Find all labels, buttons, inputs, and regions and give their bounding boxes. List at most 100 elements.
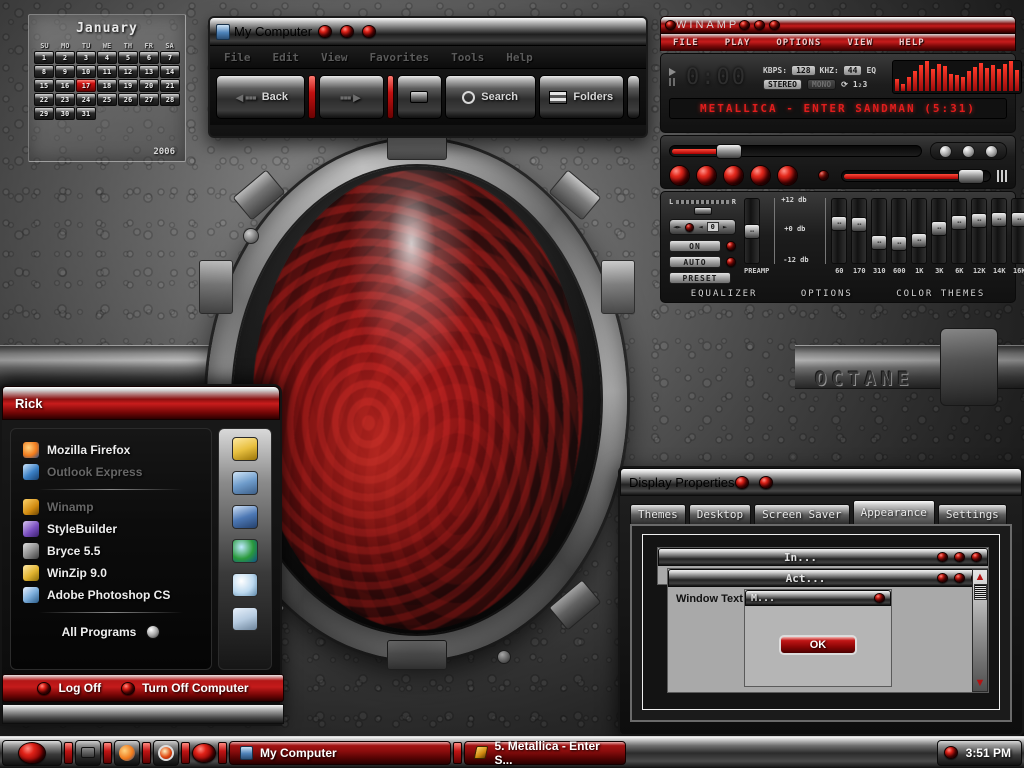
menu-item-view[interactable]: View (321, 51, 348, 64)
shuffle-icon[interactable]: 1₂3 (853, 80, 867, 89)
winamp-system-menu-button[interactable] (665, 20, 676, 30)
help-button[interactable] (734, 475, 749, 489)
winamp-menu-view[interactable]: VIEW (847, 38, 873, 48)
eq-band-track[interactable]: ▪▪ (931, 198, 948, 264)
email-icon[interactable] (232, 437, 258, 461)
eq-band-thumb[interactable]: ▪▪ (831, 216, 848, 232)
eq-band-track[interactable]: ▪▪ (971, 198, 988, 264)
eq-band-sliders[interactable]: ▪▪ 60 ▪▪ 170 ▪▪ 310 ▪▪ 600 ▪▪ 1K ▪▪ 3K ▪▪ 6K ▪▪ 12K ▪▪ 14… (831, 198, 1024, 275)
winamp-menubar[interactable]: FILE PLAY OPTIONS VIEW HELP (660, 34, 1016, 51)
tab-settings[interactable]: Settings (937, 504, 1007, 524)
eq-band-track[interactable]: ▪▪ (991, 198, 1008, 264)
previous-button[interactable] (669, 165, 690, 186)
network-globe-icon[interactable] (232, 539, 258, 563)
close-button[interactable] (758, 475, 773, 489)
start-menu-item-winamp[interactable]: Winamp (17, 496, 205, 518)
eject-button[interactable] (818, 170, 829, 181)
my-computer-window-buttons[interactable] (318, 25, 377, 38)
playlist-toggle-knob[interactable] (962, 144, 975, 158)
eq-band-track[interactable]: ▪▪ (871, 198, 888, 264)
winamp-shade-button[interactable] (754, 20, 766, 30)
equalizer-toggle-knob[interactable] (939, 144, 952, 158)
turn-off-computer-button[interactable]: Turn Off Computer (121, 681, 249, 695)
start-menu-item-adobe-photoshop-cs[interactable]: Adobe Photoshop CS (17, 584, 205, 606)
eq-preamp-slider[interactable]: ▪▪ (744, 198, 760, 264)
winamp-minimize-button[interactable] (739, 20, 751, 30)
winamp-menu-play[interactable]: PLAY (725, 38, 751, 48)
spin-left-icon[interactable]: ◄ (698, 223, 702, 231)
system-tray[interactable]: 3:51 PM (936, 739, 1022, 766)
winamp-menu-options[interactable]: OPTIONS (776, 38, 821, 48)
eq-on-indicator[interactable] (726, 241, 736, 251)
menu-item-favorites[interactable]: Favorites (370, 51, 430, 64)
all-programs-button[interactable]: All Programs (17, 625, 205, 639)
eq-band-track[interactable]: ▪▪ (851, 198, 868, 264)
winamp-main-panel[interactable]: 0:00 KBPS: 128 KHZ: 44 EQ STEREO MONO ⟳ … (660, 53, 1023, 133)
eq-band-thumb[interactable]: ▪▪ (871, 234, 888, 250)
winamp-menu-file[interactable]: FILE (673, 38, 699, 48)
winamp-menu-help[interactable]: HELP (899, 38, 925, 48)
forward-button[interactable]: ▪▪▪► (318, 75, 384, 119)
eq-band-1K[interactable]: ▪▪ 1K (911, 198, 928, 275)
pan-indicator[interactable] (685, 222, 695, 232)
close-button[interactable] (362, 25, 377, 38)
eq-band-14K[interactable]: ▪▪ 14K (991, 198, 1008, 275)
my-computer-menubar[interactable]: File Edit View Favorites Tools Help (210, 46, 646, 69)
start-button[interactable] (2, 739, 62, 766)
eq-auto-button[interactable]: AUTO (669, 256, 721, 268)
my-computer-icon[interactable] (232, 471, 258, 495)
menu-item-help[interactable]: Help (506, 51, 533, 64)
folders-button[interactable]: Folders (538, 75, 624, 119)
eq-band-track[interactable]: ▪▪ (951, 198, 968, 264)
log-off-button[interactable]: Log Off (37, 681, 101, 695)
control-panel-icon[interactable] (232, 505, 258, 529)
volume-knob[interactable] (958, 168, 984, 184)
eq-preset-button[interactable]: PRESET (669, 272, 731, 284)
eq-on-button[interactable]: ON (669, 240, 721, 252)
menu-item-edit[interactable]: Edit (273, 51, 300, 64)
eq-band-thumb[interactable]: ▪▪ (1011, 212, 1024, 228)
spin-right-icon[interactable]: ► (723, 223, 727, 231)
taskbar-task-winamp[interactable]: 5. Metallica - Enter S... (464, 739, 626, 767)
display-properties-titlebar[interactable]: Display Properties (620, 468, 1022, 496)
eq-band-thumb[interactable]: ▪▪ (891, 235, 908, 251)
quicklaunch-media-player-button[interactable] (153, 739, 179, 766)
eq-band-thumb[interactable]: ▪▪ (951, 214, 968, 230)
taskbar[interactable]: My Computer 5. Metallica - Enter S... 3:… (0, 736, 1024, 768)
my-computer-toolbar[interactable]: ◄▪▪▪ Back ▪▪▪► Search Folders (210, 69, 646, 125)
winamp-window[interactable]: WINAMP FILE PLAY OPTIONS VIEW HELP 0:00 KBPS… (660, 16, 1024, 303)
back-button[interactable]: ◄▪▪▪ Back (216, 75, 306, 119)
my-computer-titlebar[interactable]: My Computer (210, 18, 646, 46)
quicklaunch-show-desktop-button[interactable] (75, 739, 101, 766)
quicklaunch-firefox-button[interactable] (114, 739, 140, 766)
tab-screen-saver[interactable]: Screen Saver (754, 504, 850, 524)
eq-band-track[interactable]: ▪▪ (831, 198, 848, 264)
display-properties-tabs[interactable]: Themes Desktop Screen Saver Appearance Setti… (620, 496, 1022, 524)
eq-band-thumb[interactable]: ▪▪ (911, 233, 928, 249)
pause-button[interactable] (723, 165, 744, 186)
menu-item-file[interactable]: File (224, 51, 251, 64)
eq-band-thumb[interactable]: ▪▪ (851, 217, 868, 233)
winamp-titlebar[interactable]: WINAMP (660, 16, 1016, 34)
eq-band-12K[interactable]: ▪▪ 12K (971, 198, 988, 275)
eq-spinner-row[interactable]: ◄► ◄ 0 ► (669, 219, 736, 235)
repeat-icon[interactable]: ⟳ (841, 80, 848, 89)
toolbar-overflow-button[interactable] (626, 75, 641, 119)
winamp-footer-options[interactable]: OPTIONS (801, 289, 853, 299)
eq-band-3K[interactable]: ▪▪ 3K (931, 198, 948, 275)
minimize-button[interactable] (318, 25, 333, 38)
maximize-button[interactable] (340, 25, 355, 38)
eq-band-track[interactable]: ▪▪ (1011, 198, 1024, 264)
eq-preamp-thumb[interactable]: ▪▪ (744, 224, 760, 239)
winamp-close-button[interactable] (769, 20, 781, 30)
my-computer-window[interactable]: My Computer File Edit View Favorites Tools He… (208, 16, 648, 138)
eq-band-600[interactable]: ▪▪ 600 (891, 198, 908, 275)
menu-item-tools[interactable]: Tools (451, 51, 484, 64)
eq-band-track[interactable]: ▪▪ (911, 198, 928, 264)
display-properties-window[interactable]: Display Properties Themes Desktop Screen S… (618, 466, 1024, 736)
start-menu-item-bryce-5-5[interactable]: Bryce 5.5 (17, 540, 205, 562)
eq-band-60[interactable]: ▪▪ 60 (831, 198, 848, 275)
eq-band-6K[interactable]: ▪▪ 6K (951, 198, 968, 275)
winamp-equalizer-panel[interactable]: L R ◄► ◄ 0 ► ON AUTO PRESET ▪▪ PREAMP +1… (660, 191, 1024, 303)
winamp-volume-slider[interactable] (841, 168, 991, 184)
